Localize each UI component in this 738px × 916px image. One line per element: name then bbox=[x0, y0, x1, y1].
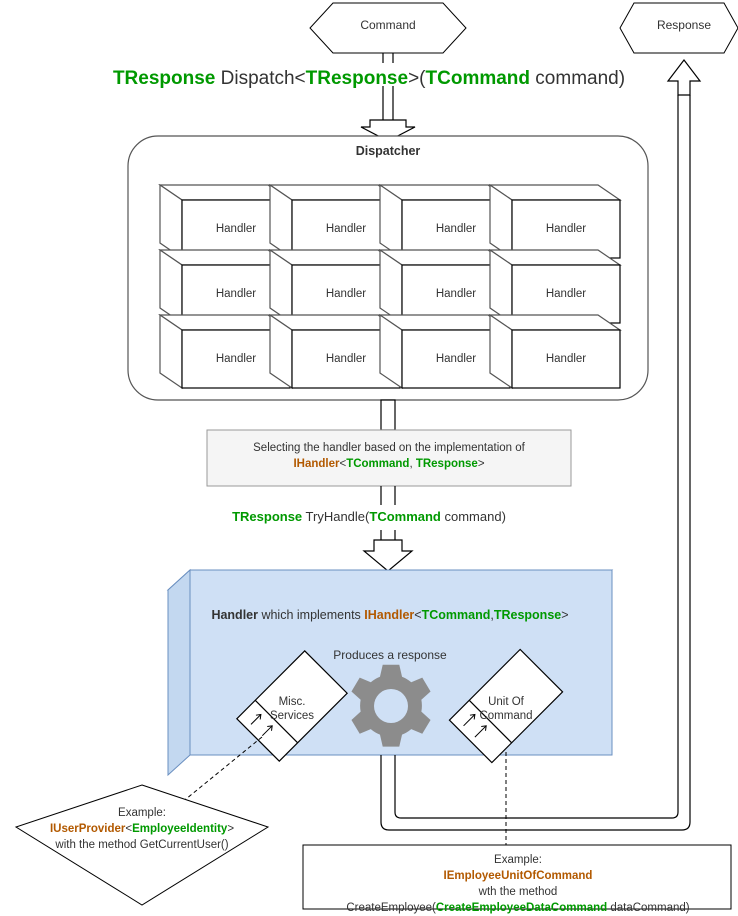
handler-label: Handler bbox=[545, 353, 587, 365]
example-left-line-1: Example: bbox=[118, 807, 166, 819]
handler-label: Handler bbox=[545, 223, 587, 235]
unit-of-command-line-2: Command bbox=[479, 710, 533, 722]
misc-services-line-2: Services bbox=[269, 710, 315, 722]
arrow-dispatcher-to-note bbox=[380, 399, 396, 431]
handler-tresponse: TResponse bbox=[493, 608, 562, 622]
misc-services-label: Misc. Services bbox=[252, 695, 332, 723]
example-right-param-type: CreateEmployeeDataCommand bbox=[435, 902, 608, 914]
example-right-text: Example: IEmployeeUnitOfCommand wth the … bbox=[304, 852, 732, 916]
handler-implements-text: which implements bbox=[257, 608, 365, 622]
response-node-label: Response bbox=[656, 18, 712, 32]
produces-response-label: Produces a response bbox=[333, 648, 447, 662]
example-left-interface: IUserProvider bbox=[49, 823, 126, 835]
dispatch-param-name: command) bbox=[530, 68, 626, 89]
handler-label: Handler bbox=[215, 353, 257, 365]
example-right-param-name: dataCommand) bbox=[607, 902, 690, 914]
tryhandle-method-open: TryHandle( bbox=[302, 509, 370, 524]
diagram-canvas: Command Response TResponse Dispatch<TRes… bbox=[0, 0, 738, 914]
handler-angle-open: < bbox=[414, 608, 422, 622]
note-selecting-handler: Selecting the handler based on the imple… bbox=[208, 440, 570, 472]
handler-detail-title: Handler which implements IHandler<TComma… bbox=[180, 608, 600, 622]
handler-label: Handler bbox=[215, 223, 257, 235]
example-left-line-3: with the method GetCurrentUser() bbox=[55, 839, 229, 851]
example-left-text: Example: IUserProvider<EmployeeIdentity>… bbox=[16, 805, 268, 853]
misc-services-line-1: Misc. bbox=[278, 696, 306, 708]
arrow-to-handler-detail bbox=[362, 539, 414, 572]
handler-label: Handler bbox=[435, 288, 477, 300]
note-line-1: Selecting the handler based on the imple… bbox=[253, 442, 525, 454]
handler-label: Handler bbox=[435, 353, 477, 365]
handler-box bbox=[488, 183, 622, 260]
example-right-line-1: Example: bbox=[494, 854, 542, 866]
dispatch-generic-response: TResponse bbox=[305, 68, 409, 89]
dispatch-return-type: TResponse bbox=[112, 68, 216, 89]
command-node-label: Command bbox=[360, 18, 416, 32]
dispatch-param-type: TCommand bbox=[425, 68, 531, 89]
tryhandle-param-type: TCommand bbox=[369, 509, 441, 524]
handler-label: Handler bbox=[325, 223, 367, 235]
handler-tcommand: TCommand bbox=[421, 608, 491, 622]
handler-label: Handler bbox=[215, 288, 257, 300]
example-left-angle-close: > bbox=[227, 823, 235, 835]
tryhandle-signature: TResponse TryHandle(TCommand command) bbox=[0, 509, 738, 524]
example-left-generic: EmployeeIdentity bbox=[132, 823, 228, 835]
handler-label: Handler bbox=[545, 288, 587, 300]
unit-of-command-line-1: Unit Of bbox=[488, 696, 524, 708]
example-left-line-2: IUserProvider<EmployeeIdentity> bbox=[16, 821, 268, 837]
example-right-interface: IEmployeeUnitOfCommand bbox=[443, 870, 593, 882]
example-right-line-3: wth the method bbox=[478, 886, 558, 898]
tryhandle-return-type: TResponse bbox=[232, 509, 303, 524]
dispatch-paren-open: >( bbox=[408, 68, 426, 89]
dispatcher-title: Dispatcher bbox=[355, 144, 421, 158]
handler-label: Handler bbox=[435, 223, 477, 235]
tryhandle-param-name: command) bbox=[440, 509, 506, 524]
handler-ihandler: IHandler bbox=[364, 608, 415, 622]
example-right-line-2: IEmployeeUnitOfCommand bbox=[304, 868, 732, 884]
dispatch-signature: TResponse Dispatch<TResponse>(TCommand c… bbox=[0, 68, 738, 90]
dispatch-method-open: Dispatch< bbox=[215, 68, 306, 89]
note-line-2: IHandler<TCommand, TResponse> bbox=[208, 456, 570, 472]
handler-angle-close: > bbox=[561, 608, 569, 622]
handler-box bbox=[488, 313, 622, 390]
note-tcommand: TCommand bbox=[346, 458, 410, 470]
example-right-method-open: CreateEmployee( bbox=[346, 902, 436, 914]
note-tresponse: TResponse bbox=[415, 458, 478, 470]
handler-label: Handler bbox=[325, 353, 367, 365]
note-angle-close: > bbox=[477, 458, 485, 470]
unit-of-command-label: Unit Of Command bbox=[462, 695, 550, 723]
handler-label: Handler bbox=[325, 288, 367, 300]
handler-box bbox=[488, 248, 622, 325]
handler-word: Handler bbox=[211, 608, 258, 622]
note-ihandler: IHandler bbox=[293, 458, 340, 470]
